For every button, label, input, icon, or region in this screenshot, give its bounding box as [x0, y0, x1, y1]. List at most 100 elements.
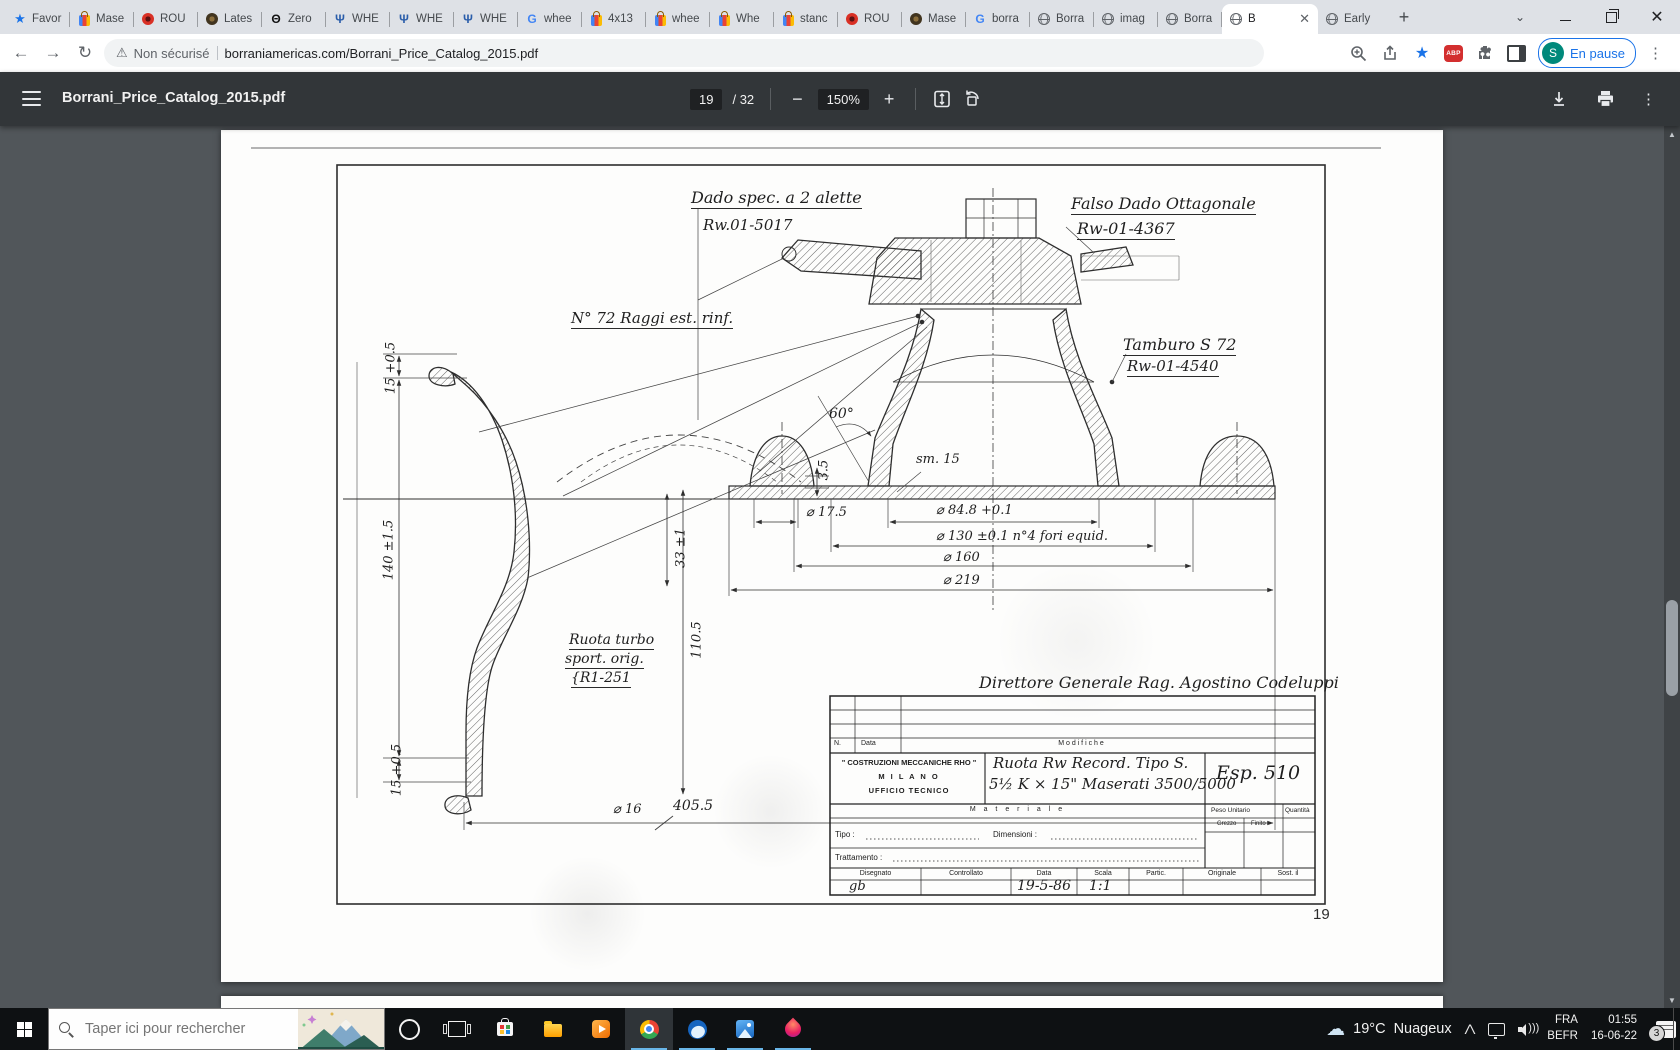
browser-tab[interactable]: WHE	[390, 4, 454, 34]
browser-tab[interactable]: borra	[966, 4, 1030, 34]
tab-label: WHE	[416, 13, 447, 25]
search-input[interactable]	[83, 1020, 297, 1038]
restore-button[interactable]	[1588, 0, 1634, 34]
pdf-more-menu-icon[interactable]: ⋮	[1641, 90, 1656, 108]
reload-icon[interactable]: ↻	[72, 40, 98, 66]
tab-search-chevron-icon[interactable]: ⌄	[1500, 0, 1540, 34]
cortana-button[interactable]	[385, 1008, 433, 1050]
weather-label: Nuageux	[1394, 1021, 1452, 1037]
browser-tab-active[interactable]: B✕	[1222, 4, 1318, 34]
photos-taskbar-button[interactable]	[721, 1008, 769, 1050]
browser-tab[interactable]: Whe	[710, 4, 774, 34]
browser-tab[interactable]: WHE	[454, 4, 518, 34]
browser-tab[interactable]: Mase	[70, 4, 134, 34]
security-indicator[interactable]: ⚠ Non sécurisé	[116, 45, 210, 61]
taskbar-search[interactable]	[48, 1008, 385, 1050]
task-view-button[interactable]	[433, 1008, 481, 1050]
page-number-input[interactable]: 19	[690, 89, 722, 110]
browser-tab[interactable]: Favor	[6, 4, 70, 34]
bookmark-star-icon[interactable]: ★	[1412, 43, 1432, 63]
display-cast-icon[interactable]	[1488, 1023, 1505, 1036]
browser-tab[interactable]: Borra	[1030, 4, 1094, 34]
chrome-menu-icon[interactable]: ⋮	[1648, 44, 1663, 62]
zoom-page-icon[interactable]	[1348, 43, 1368, 63]
start-button[interactable]	[0, 1008, 48, 1050]
browser-tab[interactable]: ROU	[838, 4, 902, 34]
pdf-scrollbar[interactable]: ▲ ▼	[1664, 126, 1680, 1008]
dim-sm15: sm. 15	[916, 452, 960, 467]
browser-tab[interactable]: ROU	[134, 4, 198, 34]
zoom-out-button[interactable]: −	[787, 89, 808, 110]
zoom-level-input[interactable]: 150%	[818, 89, 869, 110]
chrome-icon	[640, 1020, 659, 1039]
window-controls: ✕	[1542, 0, 1680, 34]
browser-tab[interactable]: whee	[518, 4, 582, 34]
tab-label: borra	[992, 13, 1023, 25]
show-desktop-button[interactable]	[1673, 1008, 1680, 1050]
scroll-up-icon[interactable]: ▲	[1664, 126, 1680, 142]
dim-33: 33 ±1	[674, 528, 689, 568]
volume-icon[interactable]: )))	[1518, 1023, 1534, 1036]
url-text: borraniamericas.com/Borrani_Price_Catalo…	[225, 46, 539, 61]
side-panel-icon[interactable]	[1507, 45, 1526, 62]
dark-badge-favicon-icon	[910, 13, 922, 25]
media-player-button[interactable]	[577, 1008, 625, 1050]
tab-label: imag	[1120, 13, 1151, 25]
download-icon[interactable]	[1549, 89, 1569, 109]
back-icon[interactable]: ←	[8, 40, 34, 66]
zoom-in-button[interactable]: +	[879, 89, 900, 110]
rotate-icon[interactable]	[962, 89, 982, 109]
scrollbar-thumb[interactable]	[1666, 600, 1678, 696]
browser-tab[interactable]: Early	[1318, 4, 1382, 34]
adblock-extension-icon[interactable]: ABP	[1444, 45, 1463, 62]
close-button[interactable]: ✕	[1634, 0, 1680, 34]
browser-tab[interactable]: whee	[646, 4, 710, 34]
weather-widget[interactable]: ☁ 19°C Nuageux	[1326, 1018, 1451, 1041]
browser-tab[interactable]: Mase	[902, 4, 966, 34]
language-indicator[interactable]: FRA BEFR	[1547, 1013, 1578, 1044]
microsoft-store-button[interactable]	[481, 1008, 529, 1050]
dim-15-bottom: 15 +0.5	[390, 744, 405, 796]
profile-chip[interactable]: S En pause	[1538, 38, 1636, 68]
tb-peso: Peso Unitario	[1211, 807, 1250, 814]
file-explorer-button[interactable]	[529, 1008, 577, 1050]
browser-tab[interactable]: imag	[1094, 4, 1158, 34]
pdf-menu-icon[interactable]	[22, 91, 41, 106]
tray-expand-chevron-icon[interactable]: ⋀	[1465, 1023, 1476, 1036]
tab-label: stanc	[800, 13, 831, 25]
page-total-label: / 32	[732, 92, 754, 107]
browser-tab[interactable]: stanc	[774, 4, 838, 34]
tb-col-partic: Partic.	[1129, 870, 1183, 877]
star-favicon-icon	[13, 12, 27, 26]
paint3d-taskbar-button[interactable]	[769, 1008, 817, 1050]
dim-3-5: 3.5	[817, 460, 832, 481]
scroll-down-icon[interactable]: ▼	[1664, 992, 1680, 1008]
tab-label: Favor	[32, 13, 63, 25]
extensions-puzzle-icon[interactable]	[1475, 43, 1495, 63]
forward-icon[interactable]: →	[40, 40, 66, 66]
browser-tab[interactable]: Lates	[198, 4, 262, 34]
pdf-viewport[interactable]: Dado spec. a 2 alette Rw.01-5017 Falso D…	[0, 126, 1680, 1008]
browser-tab[interactable]: 4x13	[582, 4, 646, 34]
red-badge-favicon-icon	[142, 13, 154, 25]
tab-close-icon[interactable]: ✕	[1298, 11, 1311, 27]
minimize-button[interactable]	[1542, 0, 1588, 34]
store-icon	[497, 1022, 513, 1036]
chrome-taskbar-button[interactable]	[625, 1008, 673, 1050]
shopping-bag-favicon-icon	[79, 15, 90, 26]
fit-page-icon[interactable]	[932, 89, 952, 109]
clock[interactable]: 01:55 16-06-22	[1591, 1013, 1637, 1044]
dim-160: ⌀ 160	[943, 550, 980, 565]
browser-tab[interactable]: Zero	[262, 4, 326, 34]
browser-tab[interactable]: WHE	[326, 4, 390, 34]
share-icon[interactable]	[1380, 43, 1400, 63]
thunderbird-taskbar-button[interactable]	[673, 1008, 721, 1050]
browser-tab[interactable]: Borra	[1158, 4, 1222, 34]
annotation-tamburo-code: Rw-01-4540	[1127, 357, 1219, 377]
new-tab-button[interactable]: +	[1390, 3, 1418, 31]
tab-label: ROU	[160, 13, 191, 25]
tb-hand-scale: 1:1	[1089, 878, 1112, 894]
address-bar[interactable]: ⚠ Non sécurisé borraniamericas.com/Borra…	[104, 39, 1264, 67]
browser-tab-strip: Favor Mase ROU Lates Zero WHE WHE WHE wh…	[0, 0, 1680, 34]
print-icon[interactable]	[1595, 89, 1615, 109]
